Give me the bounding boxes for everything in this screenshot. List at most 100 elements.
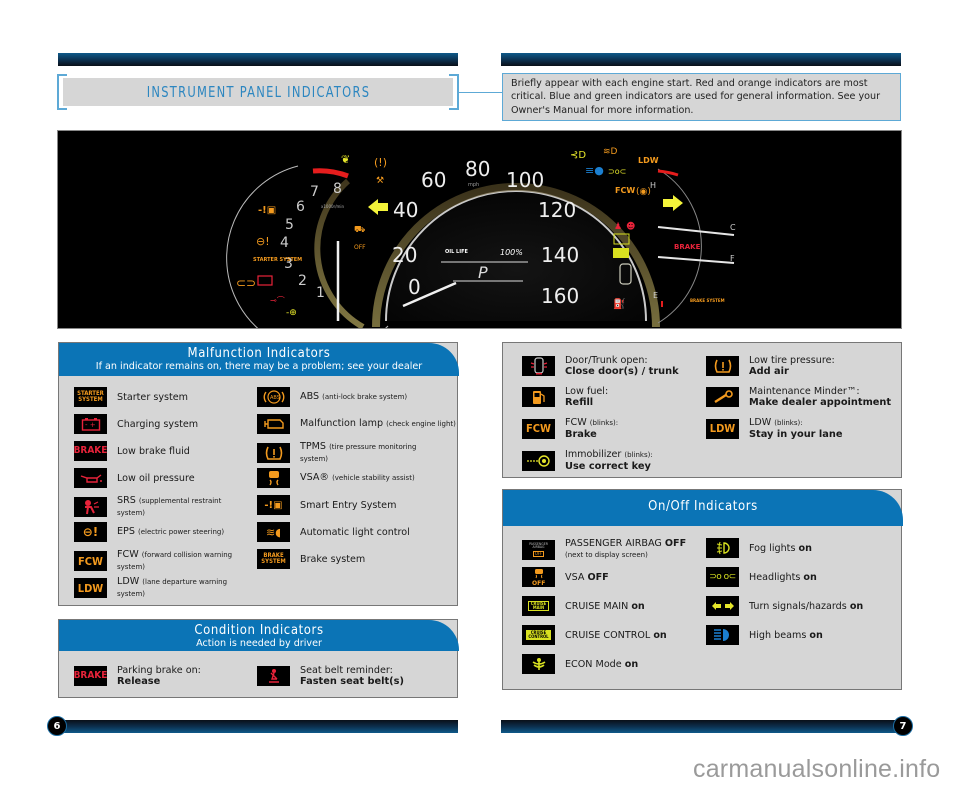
instrument-panel-svg: 7 8 6 5 4 3 2 1 x1000r/min -!▣ ⊖! STARTE… [226, 147, 736, 328]
onoff-label: CRUISE MAIN on [565, 601, 645, 612]
onoff-state: on [653, 629, 667, 641]
alert-item: Door/Trunk open: Close door(s) / trunk [522, 355, 679, 377]
immobilizer-key-icon [522, 450, 555, 471]
indicator-item: ⊖! EPS (electric power steering) [74, 522, 224, 542]
onoff-label: PASSENGER AIRBAG OFF (next to display scr… [565, 538, 686, 561]
onoff-state: on [809, 629, 823, 641]
speed-label-40: 40 [393, 198, 418, 222]
onoff-section: On/Off Indicators PASSENGER AIRBAG OFF PASS… [502, 489, 903, 690]
smart-entry-icon: -!▣ [258, 205, 276, 216]
indicator-item: -!▣ Smart Entry System [257, 495, 396, 515]
oil-pressure-icon: ⊸⌒ [270, 296, 285, 305]
parking-brake-icon: BRAKE [74, 666, 107, 686]
top-bar-right [501, 53, 901, 66]
tach-label-5: 5 [285, 217, 294, 233]
econ-mode-icon [522, 654, 555, 674]
vsa-off-icon: OFF [354, 244, 366, 251]
speed-label-120: 120 [538, 198, 576, 222]
indicator-label: SRS (supplemental restraint system) [117, 495, 242, 519]
vsa-icon [257, 468, 290, 488]
bottom-bar-right [501, 720, 901, 733]
alert-name: Low tire pressure: [749, 355, 835, 366]
indicator-name: Starter system [117, 391, 189, 403]
battery-icon: - + [74, 414, 107, 434]
passenger-airbag-off-icon: PASSENGER AIRBAG OFF [522, 539, 555, 560]
indicator-name: LDW [117, 576, 140, 587]
tpms-icon: (!) [374, 156, 387, 169]
indicator-note: (electric power steering) [138, 528, 225, 536]
cruise-control-icon [613, 248, 629, 258]
condition-name: Parking brake on: [117, 665, 201, 676]
title-connector [459, 92, 502, 93]
indicator-name: FCW [117, 549, 139, 560]
onoff-label: Headlights on [749, 572, 817, 583]
indicator-label: TPMS (tire pressure monitoring system) [300, 441, 425, 465]
onoff-item: CRUISE CONTROL CRUISE CONTROL on [522, 625, 667, 645]
indicator-note: (anti-lock brake system) [322, 393, 408, 401]
immobilizer-icon: -⊕ [286, 308, 297, 318]
alert-action: Refill [565, 397, 594, 408]
indicator-note: (check engine light) [386, 420, 456, 428]
speed-label-100: 100 [506, 168, 544, 192]
malfunction-header: Malfunction Indicators If an indicator r… [59, 343, 459, 376]
indicator-item: STARTER SYSTEM Starter system [74, 387, 188, 407]
onoff-item: CRUISE MAIN CRUISE MAIN on [522, 596, 645, 616]
alert-label: Maintenance Minder™: Make dealer appointm… [749, 386, 891, 408]
brake-system-icon: BRAKE SYSTEM [690, 298, 725, 303]
starter-system-icon: STARTER SYSTEM [253, 257, 302, 263]
indicator-name: Brake system [300, 553, 366, 565]
onoff-title: On/Off Indicators [648, 499, 758, 514]
onoff-name: Headlights [749, 571, 801, 583]
alert-note: (blinks): [774, 419, 803, 427]
condition-section: Condition Indicators Action is needed by… [58, 619, 459, 698]
condition-action: Release [117, 676, 161, 687]
alert-label: LDW (blinks): Stay in your lane [749, 417, 843, 440]
indicator-name: ABS [300, 391, 320, 402]
fcw-icon: FCW [74, 551, 107, 571]
speed-label-160: 160 [541, 284, 579, 308]
condition-title: Condition Indicators [194, 623, 324, 638]
indicator-label: Brake system [300, 554, 365, 565]
indicator-label: Low oil pressure [117, 473, 195, 484]
indicator-name: SRS [117, 495, 136, 506]
indicator-label: Smart Entry System [300, 500, 396, 511]
vsa-icon: ⛟ [354, 225, 365, 235]
page-number-left: 6 [47, 716, 67, 736]
svg-text:- +: - + [85, 421, 96, 429]
indicator-item: LDW LDW (lane departure warning system) [74, 576, 242, 600]
alert-item: Low tire pressure: Add air [706, 355, 835, 377]
abs-icon: (◉) [636, 187, 651, 197]
onoff-item: ⊃o o⊂ Headlights on [706, 567, 817, 587]
onoff-name: High beams [749, 629, 807, 641]
tach-label-2: 2 [298, 273, 307, 289]
alert-item: Low fuel: Refill [522, 386, 608, 408]
top-bar-left [58, 53, 458, 66]
indicator-item: FCW FCW (forward collision warning system… [74, 549, 242, 573]
onoff-state: OFF [664, 538, 687, 549]
onoff-label: ECON Mode on [565, 659, 638, 670]
speed-label-20: 20 [392, 243, 417, 267]
smart-entry-icon: -!▣ [257, 495, 290, 515]
indicator-name: Smart Entry System [300, 499, 397, 511]
indicator-label: ABS (anti-lock brake system) [300, 391, 407, 403]
indicator-name: Charging system [117, 418, 199, 430]
vsa-off-icon: OFF [522, 567, 555, 587]
onoff-state: on [624, 658, 639, 670]
alert-action: Make dealer appointment [749, 397, 892, 408]
onoff-state: on [798, 542, 812, 554]
indicator-item: BRAKE SYSTEM Brake system [257, 549, 365, 569]
fuel-pump-icon [522, 387, 555, 407]
onoff-item: Fog lights on [706, 538, 812, 558]
ldw-icon: LDW [706, 418, 739, 439]
condition-label: Seat belt reminder: Fasten seat belt(s) [300, 665, 404, 687]
tach-label-4: 4 [280, 235, 289, 251]
indicator-label: LDW (lane departure warning system) [117, 576, 242, 600]
headlight-icon: ⊃o o⊂ [706, 567, 739, 587]
turn-signal-icon [706, 596, 739, 616]
indicator-label: VSA® (vehicle stability assist) [300, 472, 415, 484]
oil-can-icon [74, 468, 107, 488]
onoff-label: High beams on [749, 630, 823, 641]
onoff-name: Turn signals/hazards [749, 600, 847, 612]
indicator-item: ABS ABS (anti-lock brake system) [257, 387, 407, 407]
alert-label: Low tire pressure: Add air [749, 355, 835, 377]
